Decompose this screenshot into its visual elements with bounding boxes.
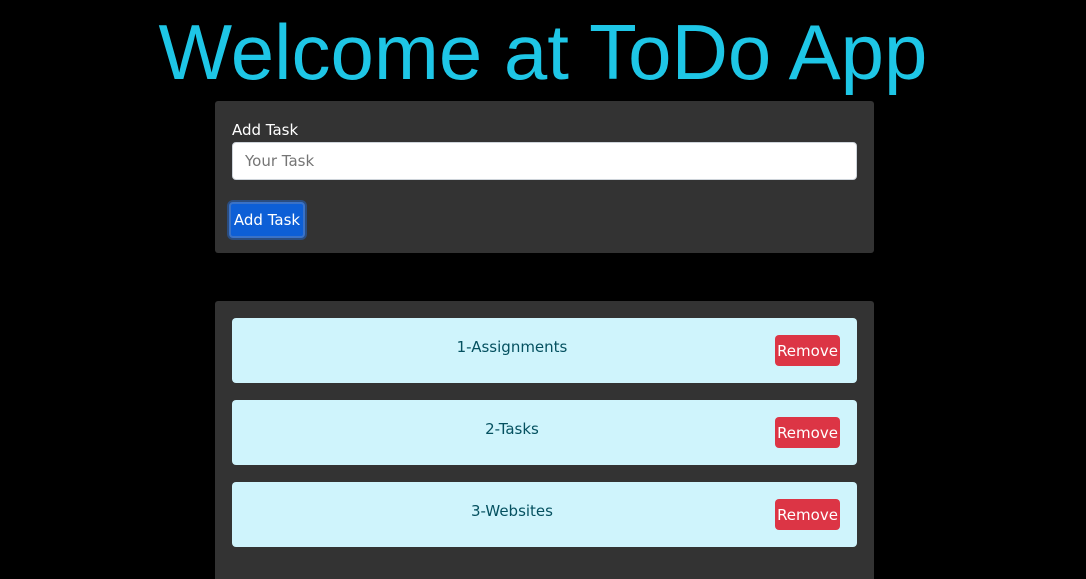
remove-task-button[interactable]: Remove [775,335,840,366]
page-title: Welcome at ToDo App [158,8,928,96]
add-task-label: Add Task [232,121,299,139]
task-text: 2-Tasks [485,420,539,438]
remove-task-button[interactable]: Remove [775,417,840,448]
task-item: 1-Assignments Remove [232,318,857,383]
task-text: 1-Assignments [456,338,568,356]
task-item: 2-Tasks Remove [232,400,857,465]
task-item: 3-Websites Remove [232,482,857,547]
todo-page: Welcome at ToDo App Add Task Add Task 1-… [0,0,1086,579]
task-list-card: 1-Assignments Remove 2-Tasks Remove 3-We… [215,301,874,579]
task-text: 3-Websites [471,502,553,520]
add-task-button[interactable]: Add Task [229,202,305,238]
add-task-card: Add Task Add Task [215,101,874,253]
task-input[interactable] [232,142,857,180]
remove-task-button[interactable]: Remove [775,499,840,530]
